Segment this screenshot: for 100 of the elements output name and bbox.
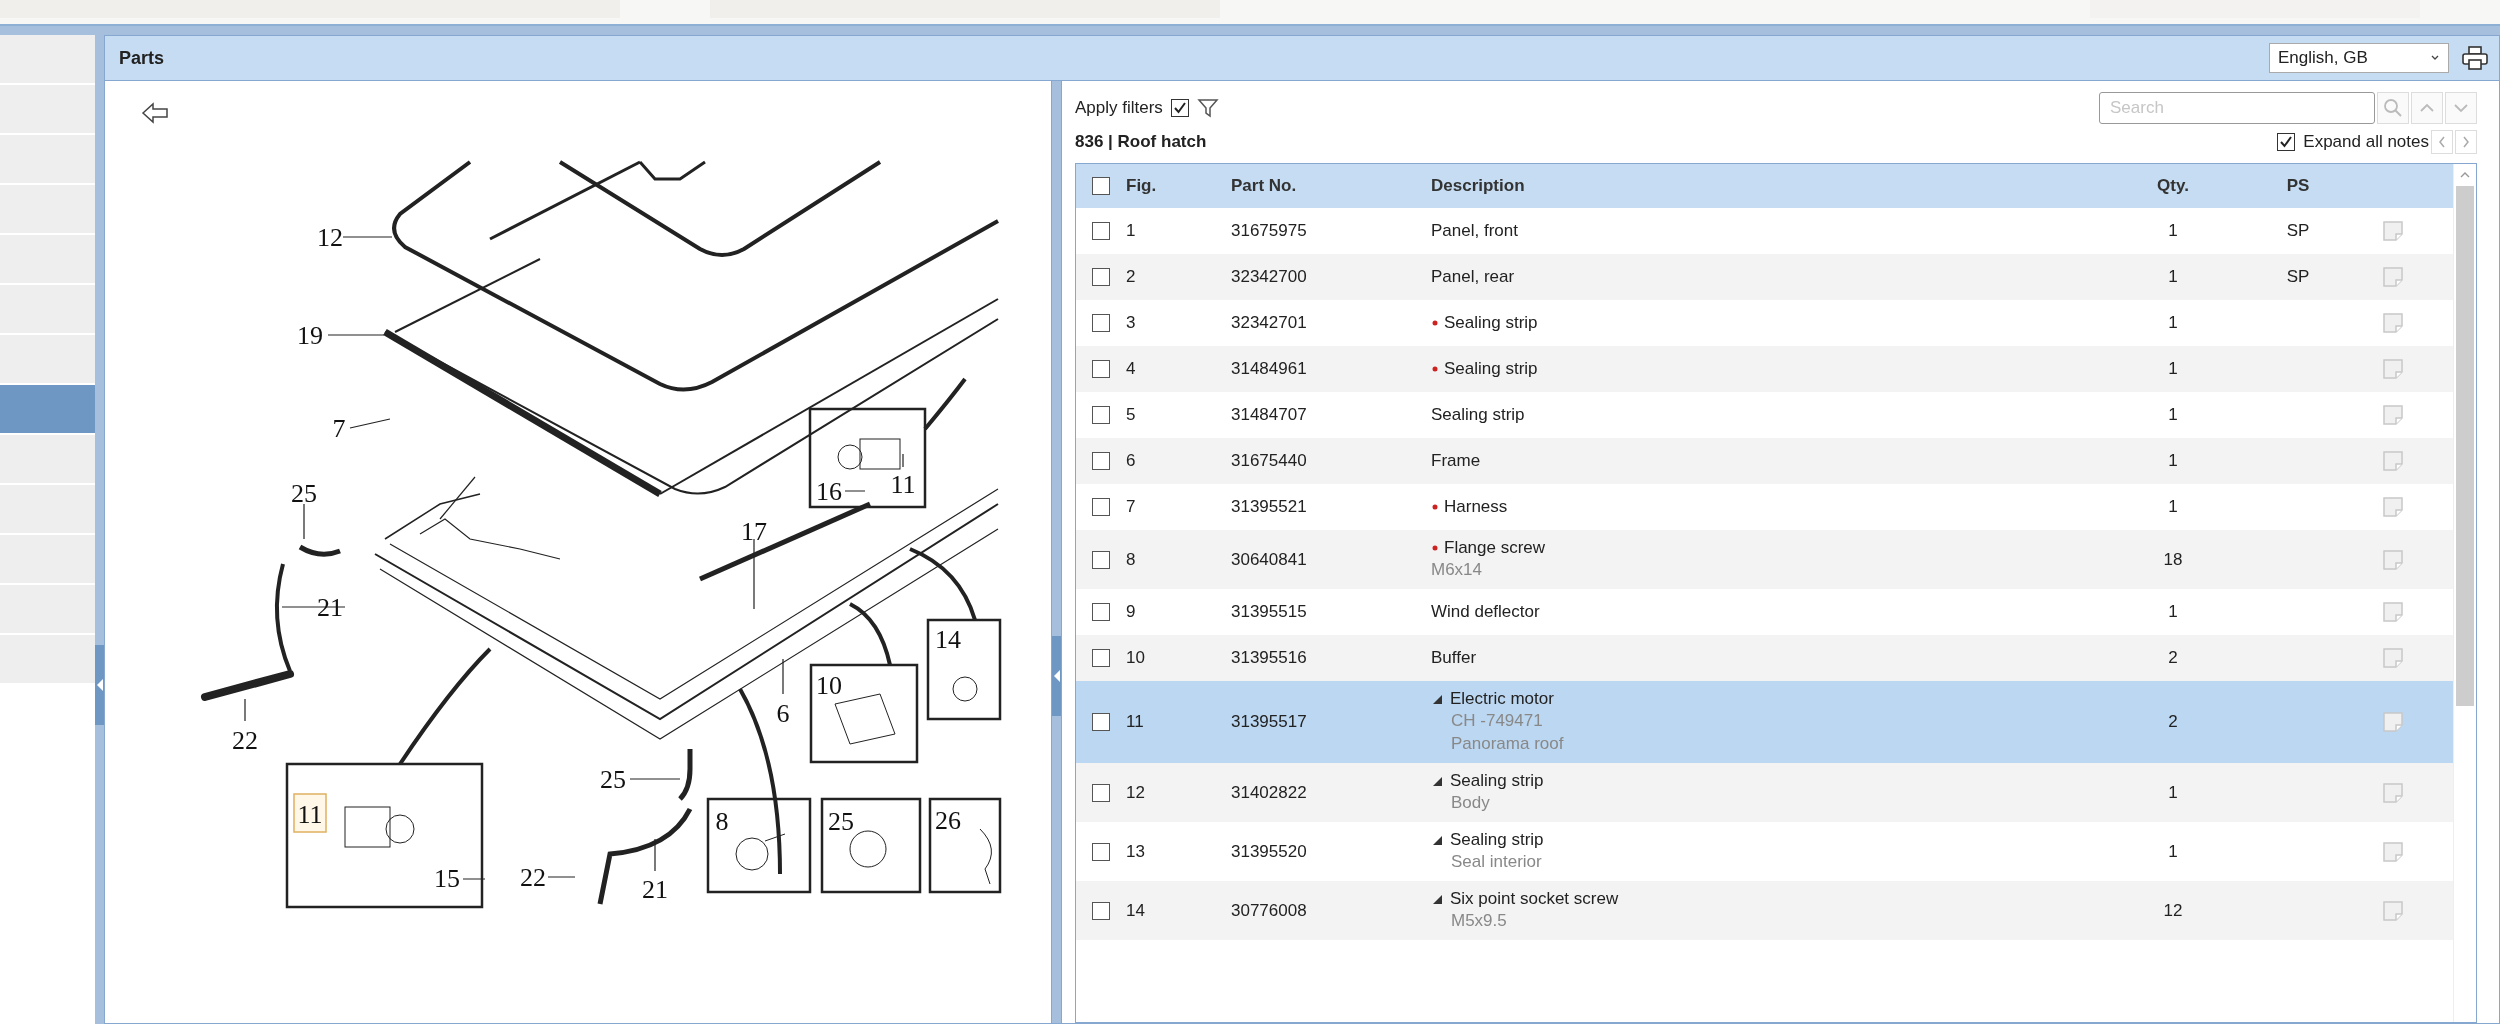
part-description: Electric motor <box>1450 689 1554 709</box>
section-heading: 836 | Roof hatch <box>1075 132 1207 152</box>
callout-number[interactable]: 6 <box>776 699 790 728</box>
part-note: Seal interior <box>1451 852 1542 871</box>
callout-number[interactable]: 15 <box>434 864 460 893</box>
language-select[interactable]: English, GB <box>2269 43 2449 73</box>
table-cell: 31395521 <box>1231 497 1307 516</box>
row-checkbox[interactable] <box>1092 498 1110 516</box>
table-cell: 31675440 <box>1231 451 1307 470</box>
previous-match-button[interactable] <box>2411 92 2443 124</box>
scrollbar[interactable] <box>2453 164 2476 1022</box>
scroll-up-icon[interactable] <box>2459 171 2471 179</box>
row-checkbox[interactable] <box>1092 603 1110 621</box>
expand-notes-checkbox[interactable] <box>2277 133 2296 151</box>
filter-icon[interactable] <box>1196 98 1219 118</box>
row-checkbox[interactable] <box>1092 452 1110 470</box>
callout-number[interactable]: 8 <box>715 807 729 836</box>
chevron-down-icon <box>2453 102 2469 114</box>
table-cell: 30776008 <box>1231 900 1307 920</box>
previous-note-button[interactable] <box>2431 130 2453 154</box>
column-header[interactable]: Fig. <box>1126 176 1157 195</box>
note-icon[interactable] <box>2382 781 2404 804</box>
callout-number[interactable]: 25 <box>600 765 626 794</box>
chevron-up-icon <box>2419 102 2435 114</box>
callout-number[interactable]: 17 <box>741 517 767 546</box>
row-checkbox[interactable] <box>1092 314 1110 332</box>
note-icon[interactable] <box>2382 266 2404 288</box>
note-icon[interactable] <box>2382 548 2404 571</box>
callout-number[interactable]: 25 <box>828 807 854 836</box>
next-note-button[interactable] <box>2455 130 2477 154</box>
expanded-triangle-icon[interactable] <box>1431 893 1443 905</box>
part-row[interactable]: 10 31395516 Buffer 2 <box>1076 635 2453 681</box>
expanded-triangle-icon[interactable] <box>1431 775 1443 787</box>
expand-notes-label: Expand all notes <box>2303 132 2429 152</box>
note-icon[interactable] <box>2382 220 2404 242</box>
column-header[interactable]: Part No. <box>1231 176 1297 195</box>
apply-filters-checkbox[interactable] <box>1170 99 1189 117</box>
part-row[interactable]: 14 30776008 Six point socket screw M5x9.5 12 <box>1076 881 2453 940</box>
print-icon[interactable] <box>2461 45 2489 71</box>
callout-number[interactable]: 25 <box>291 479 317 508</box>
part-note: M5x9.5 <box>1451 911 1507 930</box>
table-cell: 31675975 <box>1231 221 1307 240</box>
callout-number[interactable]: 26 <box>935 806 961 835</box>
note-icon[interactable] <box>2382 450 2404 472</box>
callout-number[interactable]: 21 <box>642 875 668 904</box>
row-checkbox[interactable] <box>1092 842 1110 861</box>
row-checkbox[interactable] <box>1092 406 1110 424</box>
note-icon[interactable] <box>2382 496 2404 518</box>
table-cell: 32342700 <box>1231 267 1307 286</box>
note-icon[interactable] <box>2382 647 2404 669</box>
note-icon[interactable] <box>2382 899 2404 922</box>
chevron-left-icon <box>2437 135 2447 149</box>
table-cell: 3 <box>1126 313 1136 332</box>
row-checkbox[interactable] <box>1092 713 1110 731</box>
note-icon[interactable] <box>2382 312 2404 334</box>
expanded-triangle-icon[interactable] <box>1431 834 1443 846</box>
callout-number[interactable]: 10 <box>816 671 842 700</box>
note-icon[interactable] <box>2382 404 2404 426</box>
callout-number[interactable]: 11 <box>890 470 916 499</box>
splitter-bar[interactable] <box>1052 81 1061 1023</box>
row-checkbox[interactable] <box>1092 649 1110 667</box>
part-row[interactable]: 8 30640841 Flange screw M6x14 18 <box>1076 530 2453 589</box>
expanded-triangle-icon[interactable] <box>1431 693 1443 705</box>
callout-number[interactable]: 7 <box>332 414 346 443</box>
sidebar-item[interactable] <box>0 385 95 435</box>
row-checkbox[interactable] <box>1092 222 1110 240</box>
next-match-button[interactable] <box>2445 92 2477 124</box>
callout-number[interactable]: 19 <box>297 321 323 350</box>
column-header[interactable]: Description <box>1431 176 1525 195</box>
callout-number[interactable]: 21 <box>317 593 343 622</box>
part-row[interactable]: 12 31402822 Sealing strip Body 1 <box>1076 763 2453 822</box>
column-header[interactable]: PS <box>2286 176 2310 195</box>
part-row[interactable]: 11 31395517 Electric motor CH -749471 Panorama roof 2 <box>1076 681 2453 763</box>
apply-filters-label: Apply filters <box>1075 98 1163 118</box>
column-header[interactable]: Qty. <box>2157 176 2189 195</box>
callout-number[interactable]: 16 <box>816 477 842 506</box>
row-checkbox[interactable] <box>1092 901 1110 920</box>
note-icon[interactable] <box>2382 711 2404 733</box>
callout-number[interactable]: 22 <box>520 863 546 892</box>
note-icon[interactable] <box>2382 840 2404 863</box>
callout-number[interactable]: 22 <box>232 726 258 755</box>
row-checkbox[interactable] <box>1092 783 1110 802</box>
callout-number[interactable]: 14 <box>935 625 961 654</box>
table-cell: 18 <box>2163 549 2183 569</box>
row-checkbox[interactable] <box>1092 360 1110 378</box>
part-row[interactable]: 6 31675440 Frame 1 <box>1076 438 2453 484</box>
search-field[interactable]: Search <box>2099 92 2375 124</box>
callout-number[interactable]: 12 <box>317 223 343 252</box>
back-arrow-icon[interactable] <box>141 101 171 125</box>
callout-number[interactable]: 11 <box>297 800 323 829</box>
select-all-checkbox[interactable] <box>1092 177 1110 195</box>
table-cell: 6 <box>1126 451 1136 470</box>
part-row[interactable]: 4 31484961 Sealing strip 1 <box>1076 346 2453 392</box>
row-checkbox[interactable] <box>1092 550 1110 569</box>
row-checkbox[interactable] <box>1092 268 1110 286</box>
note-icon[interactable] <box>2382 358 2404 380</box>
part-row[interactable]: 2 32342700 Panel, rear 1 SP <box>1076 254 2453 300</box>
note-icon[interactable] <box>2382 601 2404 623</box>
search-button[interactable] <box>2377 92 2409 124</box>
table-cell: 2 <box>2168 648 2178 667</box>
